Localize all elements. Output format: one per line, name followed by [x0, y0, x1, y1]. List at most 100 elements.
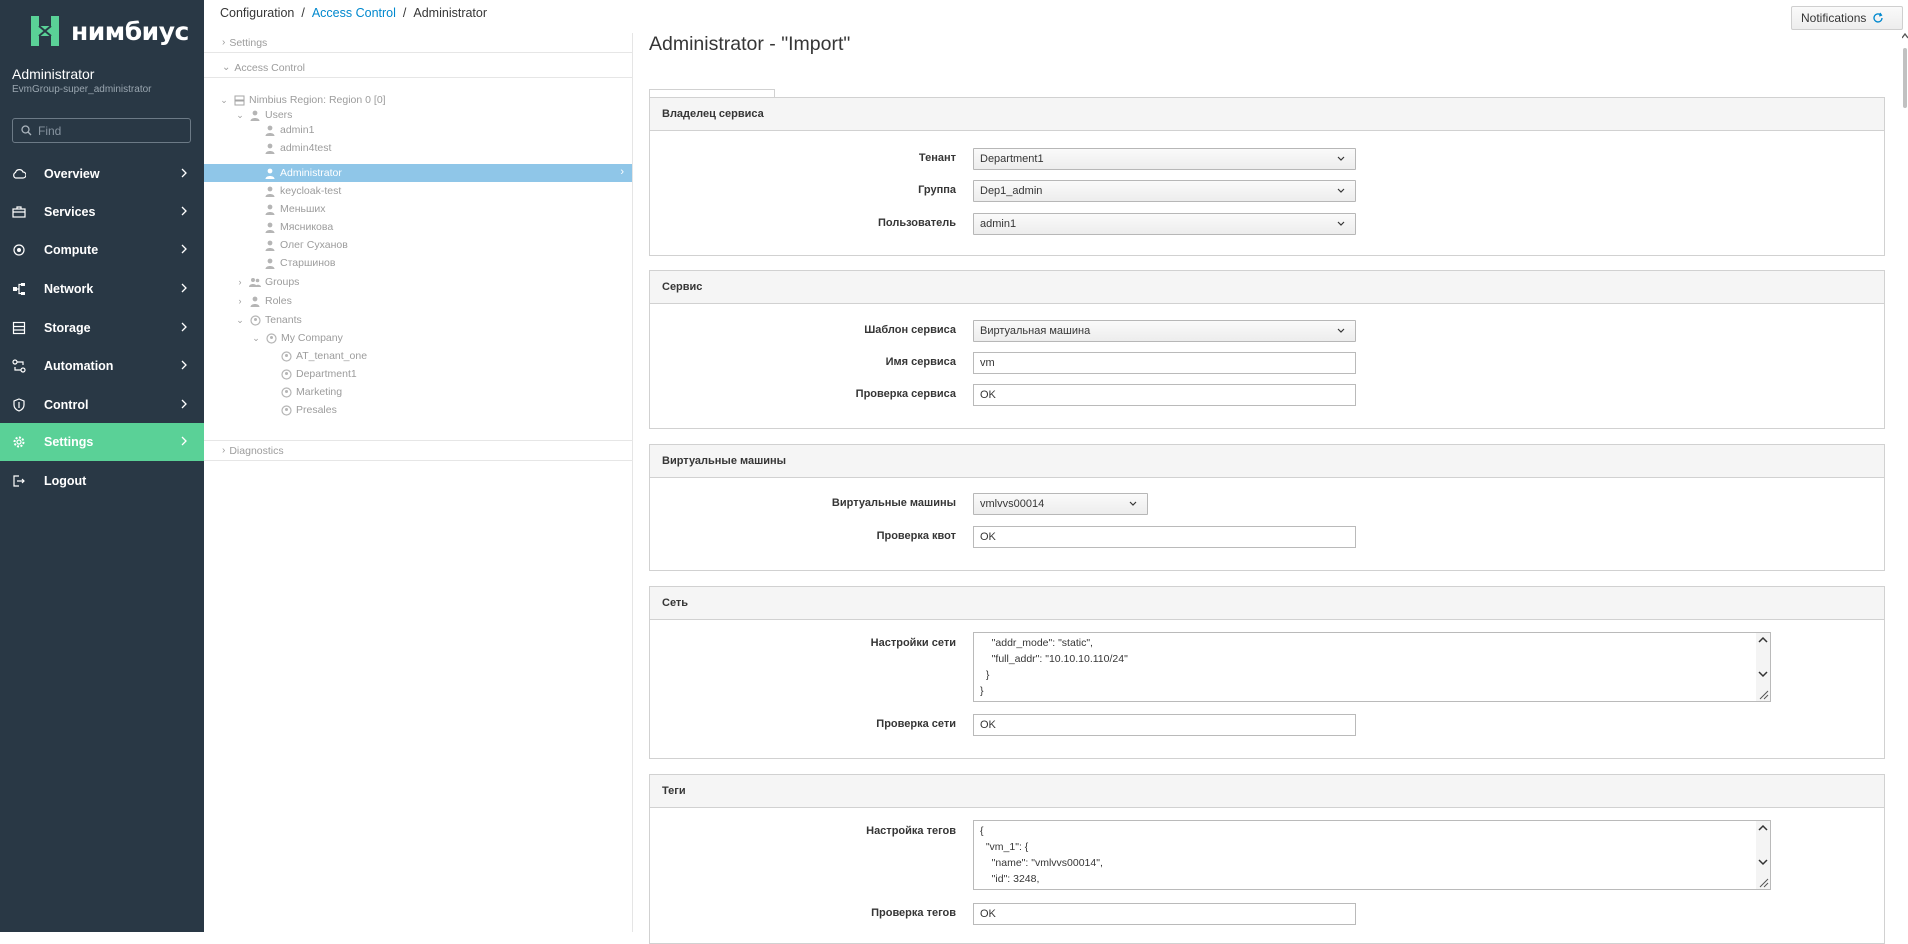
- user-icon: [264, 124, 276, 136]
- tree-user-keycloak-test[interactable]: keycloak-test: [264, 182, 341, 200]
- tree-node-my-company[interactable]: ⌄ My Company: [250, 329, 343, 347]
- brand-logo[interactable]: нимбиус: [26, 12, 189, 50]
- tag-check-input[interactable]: [973, 903, 1356, 925]
- automation-icon: [12, 359, 26, 373]
- scroll-up-icon[interactable]: [1902, 32, 1908, 42]
- tree-tenant-department1[interactable]: Department1: [280, 365, 357, 383]
- tree-user-admin1[interactable]: admin1: [264, 121, 314, 139]
- compute-icon: [12, 243, 26, 257]
- quota-check-input[interactable]: [973, 526, 1356, 548]
- nav-item-network[interactable]: Network: [0, 270, 204, 308]
- tree-user-menshikh[interactable]: Меньших: [264, 200, 326, 218]
- notifications-button[interactable]: Notifications: [1791, 6, 1903, 30]
- scroll-up-icon[interactable]: [1758, 636, 1768, 644]
- accordion-diagnostics[interactable]: › Diagnostics: [204, 440, 633, 461]
- main-content: Administrator - "Import" Общие настройки…: [649, 30, 1889, 944]
- refresh-icon: [1873, 12, 1884, 23]
- shield-icon: [12, 398, 26, 412]
- service-name-input[interactable]: [973, 352, 1356, 374]
- field-label: Имя сервиса: [885, 356, 956, 368]
- tree-user-admin4test[interactable]: admin4test: [264, 139, 331, 157]
- tree-user-starshinov[interactable]: Старшинов: [264, 254, 335, 272]
- nav-item-control[interactable]: Control: [0, 386, 204, 424]
- resize-grip-icon[interactable]: [1757, 688, 1769, 700]
- breadcrumb-separator: /: [301, 6, 305, 20]
- tenant-icon: [265, 332, 277, 344]
- tree-tenant-presales[interactable]: Presales: [280, 401, 337, 419]
- select-value: Department1: [980, 153, 1044, 165]
- tree-label: Nimbius Region: Region 0 [0]: [249, 94, 386, 106]
- chevron-right-icon: ›: [620, 166, 624, 178]
- scroll-down-icon[interactable]: [1758, 670, 1768, 678]
- section-service: Сервис Шаблон сервиса Виртуальная машина…: [649, 270, 1885, 429]
- network-check-input[interactable]: [973, 714, 1356, 736]
- nav-item-automation[interactable]: Automation: [0, 347, 204, 385]
- search-box: [12, 118, 191, 143]
- tree-user-oleg-sukhanov[interactable]: Олег Суханов: [264, 236, 348, 254]
- tree-node-tenants[interactable]: ⌄ Tenants: [234, 311, 302, 329]
- page-title: Administrator - "Import": [649, 33, 851, 55]
- accordion-label: Access Control: [234, 61, 305, 74]
- network-icon: [12, 282, 26, 296]
- tree-node-roles[interactable]: › Roles: [234, 292, 292, 310]
- field-label: Проверка сети: [876, 718, 956, 730]
- nav-item-overview[interactable]: Overview: [0, 155, 204, 193]
- tree-label: Мясникова: [280, 221, 334, 233]
- tree-tenant-at-tenant-one[interactable]: AT_tenant_one: [280, 347, 367, 365]
- gear-icon: [12, 435, 26, 449]
- section-service-owner: Владелец сервиса Тенант Department1 Груп…: [649, 97, 1885, 256]
- scroll-down-icon[interactable]: [1758, 858, 1768, 866]
- accordion-access-control[interactable]: ⌄ Access Control: [204, 58, 633, 78]
- user-icon: [264, 142, 276, 154]
- tag-settings-textarea[interactable]: { "vm_1": { "name": "vmlvvs00014", "id":…: [973, 820, 1771, 890]
- breadcrumb-access-control[interactable]: Access Control: [312, 6, 396, 20]
- chevron-right-icon: [181, 206, 187, 216]
- expand-icon[interactable]: ›: [234, 296, 246, 306]
- field-label: Настройки сети: [870, 637, 956, 649]
- chevron-right-icon: [181, 399, 187, 409]
- chevron-down-icon: [1337, 328, 1345, 333]
- expand-icon[interactable]: ›: [234, 277, 246, 287]
- tree-tenant-marketing[interactable]: Marketing: [280, 383, 342, 401]
- scroll-up-icon[interactable]: [1758, 824, 1768, 832]
- tree-label: Marketing: [296, 386, 343, 398]
- nav-item-storage[interactable]: Storage: [0, 309, 204, 347]
- collapse-icon[interactable]: ⌄: [218, 95, 230, 106]
- group-select[interactable]: Dep1_admin: [973, 180, 1356, 202]
- search-input[interactable]: [38, 123, 178, 138]
- user-name[interactable]: Administrator: [12, 66, 94, 82]
- tree-label: Groups: [265, 276, 300, 288]
- collapse-icon[interactable]: ⌄: [250, 333, 262, 344]
- nav-item-compute[interactable]: Compute: [0, 231, 204, 269]
- tree-label: Roles: [265, 295, 292, 307]
- user-select[interactable]: admin1: [973, 213, 1356, 235]
- brand-name: нимбиус: [71, 16, 189, 46]
- chevron-right-icon: [181, 244, 187, 254]
- nav-item-services[interactable]: Services: [0, 193, 204, 231]
- section-heading: Сеть: [650, 587, 1884, 620]
- collapse-icon[interactable]: ⌄: [234, 110, 246, 121]
- tree-label: Tenants: [265, 314, 302, 326]
- accordion-settings[interactable]: › Settings: [204, 33, 633, 53]
- service-template-select[interactable]: Виртуальная машина: [973, 320, 1356, 342]
- field-label: Проверка квот: [876, 530, 956, 542]
- nav-item-logout[interactable]: Logout: [0, 462, 204, 500]
- tree-node-groups[interactable]: › Groups: [234, 273, 300, 291]
- tree-label: Presales: [296, 404, 337, 416]
- section-network: Сеть Настройки сети "addr_mode": "static…: [649, 586, 1885, 759]
- tree-user-administrator[interactable]: Administrator: [264, 164, 342, 182]
- page-scrollbar[interactable]: [1902, 30, 1908, 932]
- virtual-machines-select[interactable]: vmlvvs00014: [973, 493, 1148, 515]
- server-icon: [233, 94, 245, 106]
- scrollbar-thumb[interactable]: [1903, 48, 1907, 108]
- chevron-down-icon: ⌄: [222, 62, 231, 73]
- network-settings-textarea[interactable]: "addr_mode": "static", "full_addr": "10.…: [973, 632, 1771, 702]
- tenant-select[interactable]: Department1: [973, 148, 1356, 170]
- tree-user-myasnikova[interactable]: Мясникова: [264, 218, 333, 236]
- nav-item-settings[interactable]: Settings: [0, 423, 204, 461]
- tree-label: Старшинов: [280, 257, 336, 269]
- resize-grip-icon[interactable]: [1757, 876, 1769, 888]
- select-value: Виртуальная машина: [980, 325, 1091, 337]
- collapse-icon[interactable]: ⌄: [234, 315, 246, 326]
- service-check-input[interactable]: [973, 384, 1356, 406]
